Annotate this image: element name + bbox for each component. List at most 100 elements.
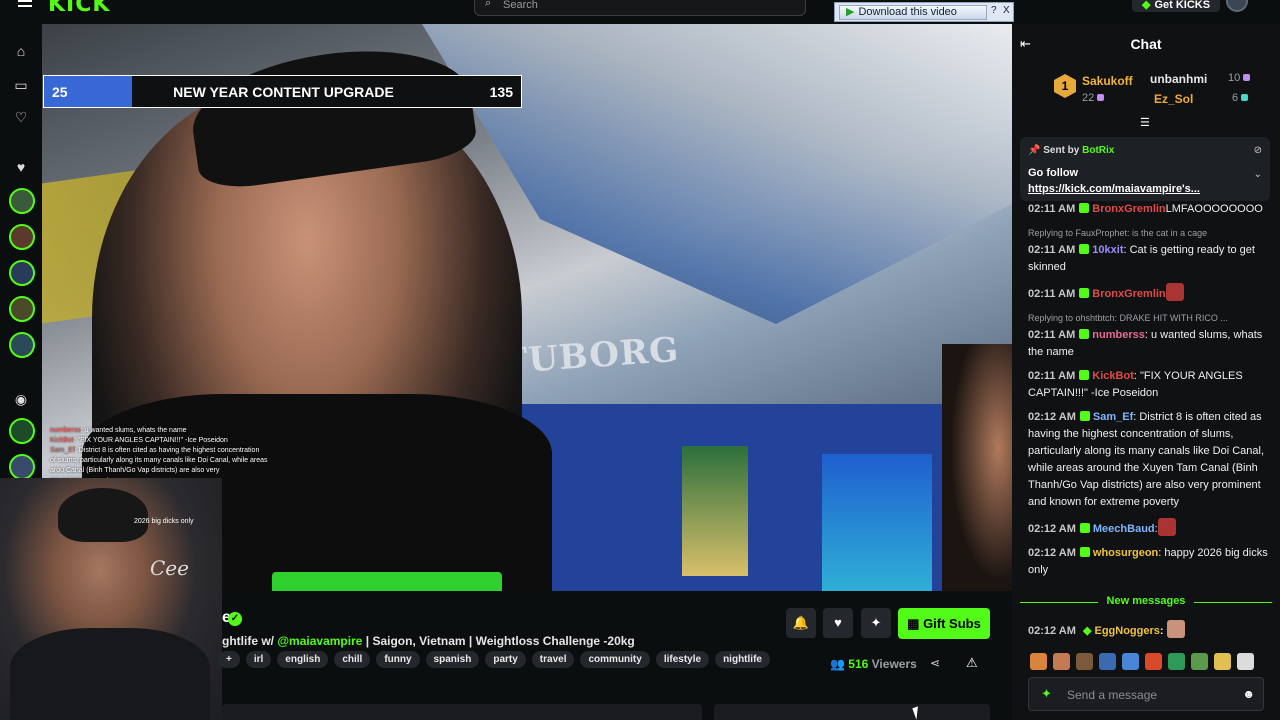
search-icon: ⌕ [485,0,492,9]
followed-channel-avatar[interactable] [9,332,35,358]
chat-message: 02:11 AM BronxGremlin [1028,283,1272,303]
side-panel [714,704,990,720]
video-overlay-chat-line: of slums, particularly along its many ca… [50,456,310,466]
overlay-chat-text: : "FIX YOUR ANGLES CAPTAIN!!!" -Ice Pose… [73,437,228,444]
search-input[interactable]: ⌕ Search [474,0,806,16]
emote-button[interactable] [1191,653,1208,670]
message-user[interactable]: 10kxit [1092,244,1123,256]
user-avatar[interactable] [1226,0,1248,12]
followed-channel-avatar[interactable] [9,296,35,322]
badge-icon [1079,203,1090,213]
video-overlay-chat-line: Sam_Ef: District 8 is often cited as hav… [50,446,310,456]
kicks-icon: ◆ [1142,0,1151,11]
message-time: 02:11 AM [1028,203,1076,215]
bell-icon: 🔔 [792,615,810,630]
emote-button[interactable] [1214,653,1231,670]
new-messages-divider[interactable]: New messages [1020,595,1272,609]
message-user[interactable]: KickBot [1092,370,1134,382]
chat-input[interactable]: ✦ Send a message ☻ [1028,677,1264,711]
overlay-chat-text: : u wanted slums, whats the name [80,427,187,434]
stream-tag[interactable]: lifestyle [655,651,710,668]
emoji-icon[interactable]: ☻ [1242,687,1255,701]
leaderboard-name[interactable]: Ez_Sol [1154,92,1193,106]
pinned-link[interactable]: https://kick.com/maiavampire's... [1028,183,1200,195]
emote-button[interactable] [1076,653,1093,670]
emote-button[interactable] [1145,653,1162,670]
video-overlay-chat-line: arou Canal (Binh Thanh/Go Vap districts)… [50,466,310,476]
stream-tag[interactable]: spanish [425,651,480,668]
browse-icon[interactable]: ▭ [12,76,30,94]
badge-icon: ◆ [1082,625,1092,637]
leaderboard-name[interactable]: Sakukoff [1082,74,1133,88]
message-user[interactable]: BronxGremlin [1092,203,1165,215]
message-time: 02:11 AM [1028,244,1076,256]
leaderboard-name[interactable]: unbanhmi [1150,72,1207,86]
viewers-number: 516 [848,657,869,671]
sparkle-button[interactable]: ✦ [861,608,891,638]
get-kicks-label: Get KICKS [1154,0,1211,11]
message-user[interactable]: numberss [1092,329,1145,341]
emote-button[interactable] [1237,653,1254,670]
chat-message: 02:12 AM MeechBaud: [1028,518,1272,538]
stream-tags: + irl english chill funny spanish party travel c… [218,651,770,668]
get-kicks-button[interactable]: ◆ Get KICKS [1132,0,1220,12]
menu-icon[interactable] [18,0,32,10]
stream-tag[interactable]: + [218,651,240,668]
reply-context[interactable]: Replying to ohshtbtch: DRAKE HIT WITH RI… [1028,310,1272,327]
kick-logo[interactable]: KICK [48,0,110,17]
goal-title: NEW YEAR CONTENT UPGRADE [173,84,394,100]
message-user[interactable]: MeechBaud [1093,523,1155,535]
emote [1165,283,1184,301]
home-icon[interactable]: ⌂ [12,42,30,60]
stream-tag[interactable]: funny [376,651,420,668]
recommended-channel-avatar[interactable] [9,454,35,480]
report-icon[interactable]: ⚠ [966,655,978,671]
badge-icon [1079,370,1090,380]
followed-channel-avatar[interactable] [9,260,35,286]
overlay-chat-text: arou Canal (Binh Thanh/Go Vap districts)… [50,467,220,474]
download-video-button[interactable]: ▶ Download this video [839,5,987,20]
reply-context[interactable]: Replying to FauxProphet: is the cat in a… [1028,225,1272,242]
emote [1166,620,1185,638]
stream-tag[interactable]: chill [334,651,371,668]
stream-title-mention[interactable]: @maiavampire [277,634,362,648]
followed-channel-avatar[interactable] [9,224,35,250]
share-icon[interactable]: ⋖ [930,656,940,670]
notification-bell-button[interactable]: 🔔 [786,608,816,638]
chat-message: 02:12 AM whosurgeon: happy 2026 big dicks… [1028,545,1272,579]
stream-tag[interactable]: community [580,651,650,668]
message-user[interactable]: EggNoggers [1094,625,1159,637]
stream-tag[interactable]: english [277,651,329,668]
unpin-icon[interactable]: ⊘ [1254,145,1262,156]
help-icon[interactable]: ? [991,5,997,16]
emote-button[interactable] [1099,653,1116,670]
message-user[interactable]: BronxGremlin [1092,288,1165,300]
recommended-channel-avatar[interactable] [9,418,35,444]
chat-message: Replying to ohshtbtch: DRAKE HIT WITH RI… [1028,310,1272,361]
pinned-sender: 📌 Sent by BotRix [1028,145,1115,156]
followed-channel-avatar[interactable] [9,188,35,214]
chat-panel: ⇤ Chat 1 Sakukoff 22 unbanhmi 10 Ez_Sol … [1012,24,1280,720]
expand-leaderboard-icon[interactable]: ☰ [1140,116,1150,129]
stream-tag[interactable]: party [485,651,526,668]
following-icon[interactable]: ♡ [12,108,30,126]
message-text: : [1159,625,1164,637]
webcam-overlay: 2026 big dicks only Cee [0,478,222,720]
emote-button[interactable] [1168,653,1185,670]
message-user[interactable]: Sam_Ef [1093,411,1133,423]
gift-subs-button[interactable]: ▦ Gift Subs [898,608,990,639]
emote-button[interactable] [1122,653,1139,670]
message-user[interactable]: whosurgeon [1093,547,1158,559]
follow-button[interactable]: ♥ [823,608,853,638]
emote-button[interactable] [1053,653,1070,670]
emote-button[interactable] [1030,653,1047,670]
stream-tag[interactable]: irl [245,651,272,668]
sparkle-icon[interactable]: ✦ [1041,686,1052,702]
close-icon[interactable]: X [1003,5,1010,16]
chevron-down-icon[interactable]: ⌄ [1254,169,1262,180]
stream-tag[interactable]: nightlife [715,651,770,668]
viewers-label: Viewers [868,657,917,671]
webcam-shirt [10,628,210,720]
stream-tag[interactable]: travel [531,651,575,668]
pinned-text: Go follow [1028,167,1079,179]
